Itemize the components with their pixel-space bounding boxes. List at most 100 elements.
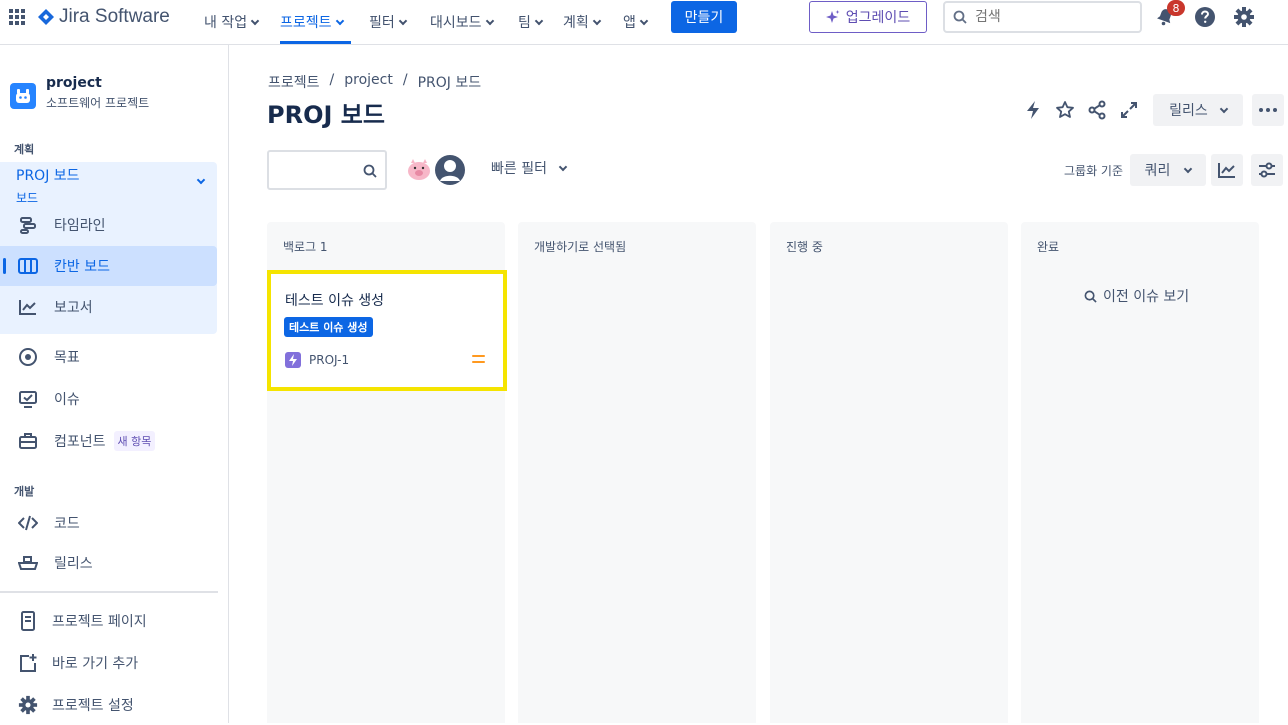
more-actions-button[interactable]	[1252, 94, 1284, 126]
settings-button[interactable]	[1231, 4, 1257, 30]
chart-icon	[1218, 163, 1235, 178]
priority-medium-icon	[472, 355, 485, 365]
nav-plans[interactable]: 계획	[563, 0, 602, 44]
star-icon	[1056, 101, 1074, 118]
group-by-label: 그룹화 기준	[1064, 164, 1124, 178]
issue-card-footer: PROJ-1	[285, 352, 349, 368]
upgrade-label: 업그레이드	[845, 10, 911, 26]
project-sidebar: project 소프트웨어 프로젝트 계획 PROJ 보드 보드 타임라인 칸반…	[0, 45, 229, 723]
search-icon	[363, 164, 377, 178]
nav-label: 앱	[623, 15, 636, 31]
gear-icon	[18, 695, 38, 715]
help-icon	[1195, 7, 1215, 27]
chevron-down-icon	[335, 16, 344, 25]
nav-filters[interactable]: 필터	[369, 0, 408, 44]
group-by-dropdown[interactable]: 쿼리	[1130, 154, 1206, 186]
component-icon	[18, 431, 38, 451]
sidebar-item-label: 컴포넌트	[54, 434, 106, 450]
sidebar-item-label: 프로젝트 페이지	[52, 614, 147, 630]
sidebar-item-label: 코드	[54, 516, 80, 532]
user-avatar-default[interactable]	[434, 154, 466, 186]
breadcrumb: 프로젝트 / project / PROJ 보드	[268, 72, 481, 92]
notification-count-badge: 8	[1167, 0, 1185, 16]
sidebar-item-releases[interactable]: 릴리스	[0, 543, 217, 583]
board-name: PROJ 보드	[16, 168, 80, 184]
issue-key[interactable]: PROJ-1	[309, 353, 349, 367]
automation-button[interactable]	[1020, 97, 1046, 123]
sidebar-item-issues[interactable]: 이슈	[0, 379, 217, 419]
timeline-icon	[18, 215, 38, 235]
nav-label: 계획	[563, 15, 589, 31]
sidebar-item-project-pages[interactable]: 프로젝트 페이지	[0, 601, 217, 641]
chevron-down-icon	[1184, 164, 1193, 173]
view-settings-button[interactable]	[1251, 154, 1283, 186]
jira-logo[interactable]: Jira Software	[38, 6, 170, 28]
top-navigation: Jira Software 내 작업 프로젝트 필터 대시보드 팀 계획 앱 만…	[0, 0, 1288, 45]
chevron-down-icon	[639, 16, 649, 25]
share-button[interactable]	[1084, 97, 1110, 123]
project-avatar	[10, 83, 36, 109]
pig-avatar-icon	[404, 155, 434, 185]
sparkle-icon	[825, 10, 840, 23]
section-label-plan: 계획	[14, 143, 35, 156]
sidebar-item-timeline[interactable]: 타임라인	[0, 205, 217, 245]
sidebar-divider	[0, 591, 218, 593]
project-header[interactable]: project 소프트웨어 프로젝트	[10, 75, 149, 111]
breadcrumb-project[interactable]: project	[344, 72, 393, 92]
new-item-badge: 새 항목	[113, 431, 156, 451]
board-column-selected: 개발하기로 선택됨	[518, 222, 756, 723]
sidebar-item-label: 목표	[54, 350, 80, 366]
breadcrumb-projects[interactable]: 프로젝트	[268, 72, 320, 92]
previous-issues-label: 이전 이슈 보기	[1103, 289, 1190, 305]
insights-button[interactable]	[1211, 154, 1243, 186]
create-button[interactable]: 만들기	[671, 1, 737, 33]
nav-label: 팀	[518, 15, 531, 31]
chevron-down-icon	[592, 16, 602, 25]
jira-diamond-icon	[38, 9, 54, 25]
issues-icon	[18, 389, 38, 409]
chevron-down-icon	[250, 16, 260, 25]
sidebar-item-project-settings[interactable]: 프로젝트 설정	[0, 685, 217, 725]
nav-teams[interactable]: 팀	[518, 0, 544, 44]
nav-label: 대시보드	[430, 15, 482, 31]
project-name: project	[46, 75, 102, 91]
chevron-down-icon[interactable]	[196, 175, 206, 185]
issue-epic-label[interactable]: 테스트 이슈 생성	[284, 317, 373, 337]
expand-icon	[1121, 102, 1137, 118]
sidebar-item-label: 타임라인	[54, 218, 106, 234]
board-switcher[interactable]: PROJ 보드 보드	[16, 165, 80, 206]
star-button[interactable]	[1052, 97, 1078, 123]
lightning-icon	[1027, 101, 1039, 119]
breadcrumb-board[interactable]: PROJ 보드	[418, 72, 482, 92]
view-previous-issues-button[interactable]: 이전 이슈 보기	[1084, 286, 1189, 306]
app-switcher-icon[interactable]	[8, 8, 26, 26]
planning-group: PROJ 보드 보드 타임라인 칸반 보드 보고서	[0, 162, 217, 334]
sidebar-item-components[interactable]: 컴포넌트 새 항목	[0, 421, 217, 461]
global-search[interactable]	[943, 1, 1142, 33]
column-title: 개발하기로 선택됨	[534, 240, 627, 254]
nav-dashboards[interactable]: 대시보드	[430, 0, 494, 44]
nav-my-work[interactable]: 내 작업	[204, 0, 260, 44]
more-icon	[1259, 108, 1277, 112]
board-search-input[interactable]	[267, 150, 387, 190]
sidebar-item-reports[interactable]: 보고서	[0, 287, 217, 327]
issue-card[interactable]: 테스트 이슈 생성 테스트 이슈 생성 PROJ-1	[267, 270, 507, 391]
sidebar-item-goals[interactable]: 목표	[0, 337, 217, 377]
nav-projects[interactable]: 프로젝트	[280, 0, 351, 44]
sidebar-item-code[interactable]: 코드	[0, 503, 217, 543]
quick-filter-dropdown[interactable]: 빠른 필터	[491, 158, 568, 178]
search-input[interactable]	[975, 9, 1125, 25]
user-avatar-pig[interactable]	[403, 154, 435, 186]
sidebar-item-label: 바로 가기 추가	[52, 656, 139, 672]
chevron-down-icon	[485, 16, 494, 25]
nav-label: 프로젝트	[280, 15, 332, 31]
share-icon	[1088, 100, 1106, 120]
nav-apps[interactable]: 앱	[623, 0, 649, 44]
upgrade-button[interactable]: 업그레이드	[809, 1, 927, 33]
sidebar-item-add-shortcut[interactable]: 바로 가기 추가	[0, 643, 217, 683]
sidebar-item-kanban-board[interactable]: 칸반 보드	[0, 246, 217, 286]
board-icon	[18, 256, 38, 276]
release-button[interactable]: 릴리스	[1153, 94, 1243, 126]
fullscreen-button[interactable]	[1116, 97, 1142, 123]
help-button[interactable]	[1192, 4, 1218, 30]
